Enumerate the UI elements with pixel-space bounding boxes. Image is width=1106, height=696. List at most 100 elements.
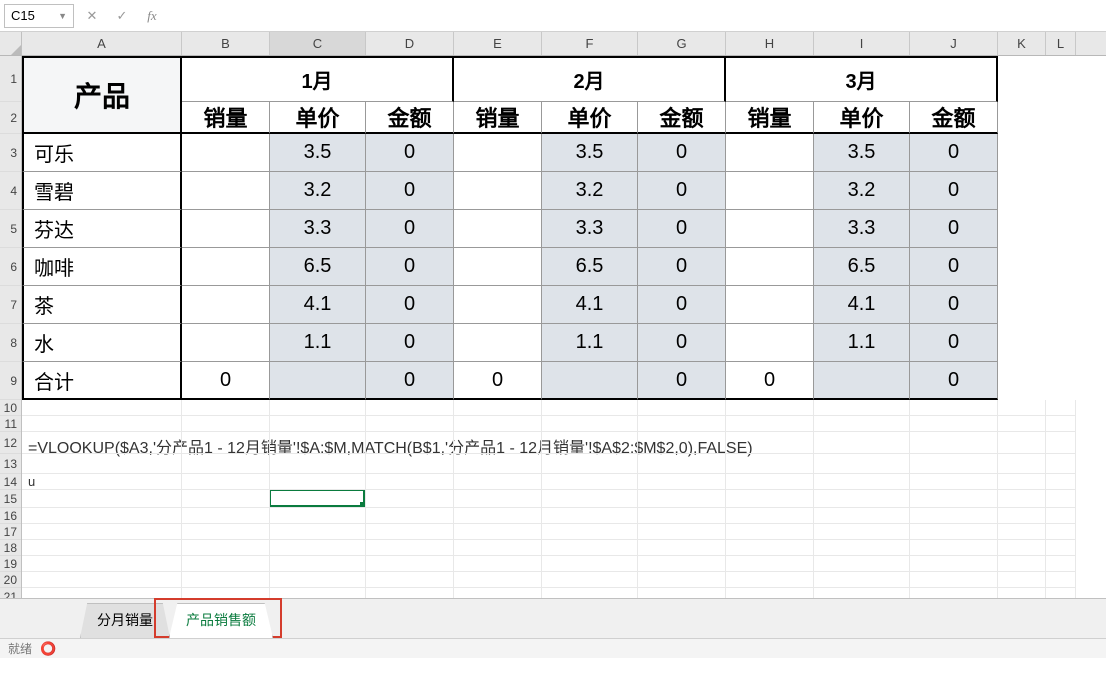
- cell-blank[interactable]: [270, 454, 366, 474]
- row-header-13[interactable]: 13: [0, 454, 21, 474]
- cell-blank[interactable]: [542, 400, 638, 416]
- cell[interactable]: [182, 248, 270, 286]
- cell-blank[interactable]: [542, 572, 638, 588]
- cell[interactable]: [726, 248, 814, 286]
- cell[interactable]: 0: [366, 210, 454, 248]
- cell-blank[interactable]: [998, 432, 1046, 454]
- cell-blank[interactable]: [542, 508, 638, 524]
- cell-blank[interactable]: [1046, 416, 1076, 432]
- cell-grid[interactable]: 产品1月2月3月销量单价金额销量单价金额销量单价金额可乐3.503.503.50…: [22, 56, 1106, 638]
- cell-blank[interactable]: [910, 432, 998, 454]
- cell[interactable]: 3.5: [542, 134, 638, 172]
- row-header-1[interactable]: 1: [0, 56, 21, 102]
- cell[interactable]: 0: [910, 286, 998, 324]
- cell-blank[interactable]: [638, 556, 726, 572]
- cell-blank[interactable]: [270, 556, 366, 572]
- cell-blank[interactable]: [366, 524, 454, 540]
- cell[interactable]: [454, 324, 542, 362]
- cell-blank[interactable]: [1046, 556, 1076, 572]
- cell-blank[interactable]: [270, 524, 366, 540]
- cell-blank[interactable]: [454, 432, 542, 454]
- cell[interactable]: [726, 172, 814, 210]
- cell-blank[interactable]: [270, 490, 366, 508]
- cell-blank[interactable]: [182, 540, 270, 556]
- cell-blank[interactable]: [814, 432, 910, 454]
- cell-blank[interactable]: [726, 524, 814, 540]
- sheet-tab-product-sales[interactable]: 产品销售额: [169, 603, 273, 638]
- cell-blank[interactable]: [542, 540, 638, 556]
- cell[interactable]: 0: [454, 362, 542, 400]
- fx-icon[interactable]: fx: [140, 4, 164, 28]
- cell-blank[interactable]: [998, 490, 1046, 508]
- cell[interactable]: 芬达: [22, 210, 182, 248]
- cell-blank[interactable]: [454, 540, 542, 556]
- cell[interactable]: 1.1: [270, 324, 366, 362]
- cell-blank[interactable]: [638, 572, 726, 588]
- cell-blank[interactable]: [910, 556, 998, 572]
- cell[interactable]: 0: [638, 324, 726, 362]
- cell-blank[interactable]: [998, 416, 1046, 432]
- cell-blank[interactable]: [542, 432, 638, 454]
- cancel-icon[interactable]: ✕: [80, 4, 104, 28]
- cell-blank[interactable]: [638, 524, 726, 540]
- cell[interactable]: 单价: [814, 102, 910, 134]
- cell-blank[interactable]: [22, 556, 182, 572]
- cell-blank[interactable]: [726, 400, 814, 416]
- cell[interactable]: 可乐: [22, 134, 182, 172]
- cell-blank[interactable]: [814, 572, 910, 588]
- cell[interactable]: 0: [726, 362, 814, 400]
- cell[interactable]: 3.2: [814, 172, 910, 210]
- cell-blank[interactable]: [454, 508, 542, 524]
- cell-blank[interactable]: [638, 454, 726, 474]
- column-headers[interactable]: ABCDEFGHIJKL: [22, 32, 1106, 56]
- check-icon[interactable]: ✓: [110, 4, 134, 28]
- row-header-3[interactable]: 3: [0, 134, 21, 172]
- cell-blank[interactable]: [366, 572, 454, 588]
- cell-blank[interactable]: [814, 490, 910, 508]
- cell-blank[interactable]: [270, 400, 366, 416]
- cell[interactable]: 6.5: [814, 248, 910, 286]
- cell[interactable]: 3.5: [270, 134, 366, 172]
- cell[interactable]: 3.5: [814, 134, 910, 172]
- cell-blank[interactable]: [998, 572, 1046, 588]
- cell[interactable]: 产品: [22, 56, 182, 134]
- cell-blank[interactable]: [910, 400, 998, 416]
- cell-blank[interactable]: [1046, 400, 1076, 416]
- cell[interactable]: 0: [910, 210, 998, 248]
- cell-blank[interactable]: [366, 416, 454, 432]
- cell[interactable]: 4.1: [270, 286, 366, 324]
- cell-blank[interactable]: [726, 556, 814, 572]
- cell[interactable]: 1.1: [814, 324, 910, 362]
- cell-blank[interactable]: [22, 508, 182, 524]
- cell-blank[interactable]: [182, 416, 270, 432]
- cell-blank[interactable]: [814, 556, 910, 572]
- cell-blank[interactable]: [542, 474, 638, 490]
- cell-blank[interactable]: [1046, 454, 1076, 474]
- cell-blank[interactable]: [998, 540, 1046, 556]
- cell[interactable]: 3.3: [270, 210, 366, 248]
- cell[interactable]: 销量: [726, 102, 814, 134]
- cell-blank[interactable]: [454, 416, 542, 432]
- col-header-B[interactable]: B: [182, 32, 270, 55]
- col-header-C[interactable]: C: [270, 32, 366, 55]
- cell-blank[interactable]: [454, 474, 542, 490]
- row-header-20[interactable]: 20: [0, 572, 21, 588]
- cell[interactable]: 3月: [726, 56, 998, 102]
- cell-blank[interactable]: [638, 400, 726, 416]
- cell[interactable]: 3.3: [814, 210, 910, 248]
- cell[interactable]: 0: [638, 210, 726, 248]
- cell[interactable]: [542, 362, 638, 400]
- cell[interactable]: 合计: [22, 362, 182, 400]
- cell[interactable]: [182, 210, 270, 248]
- cell[interactable]: 0: [366, 286, 454, 324]
- cell-blank[interactable]: [366, 454, 454, 474]
- cell-blank[interactable]: [270, 540, 366, 556]
- cell-blank[interactable]: [454, 490, 542, 508]
- cell-blank[interactable]: [1046, 524, 1076, 540]
- cell-blank[interactable]: [270, 572, 366, 588]
- cell-blank[interactable]: [22, 540, 182, 556]
- cell[interactable]: 0: [638, 286, 726, 324]
- cell[interactable]: 水: [22, 324, 182, 362]
- cell-blank[interactable]: [542, 490, 638, 508]
- cell-blank[interactable]: [22, 416, 182, 432]
